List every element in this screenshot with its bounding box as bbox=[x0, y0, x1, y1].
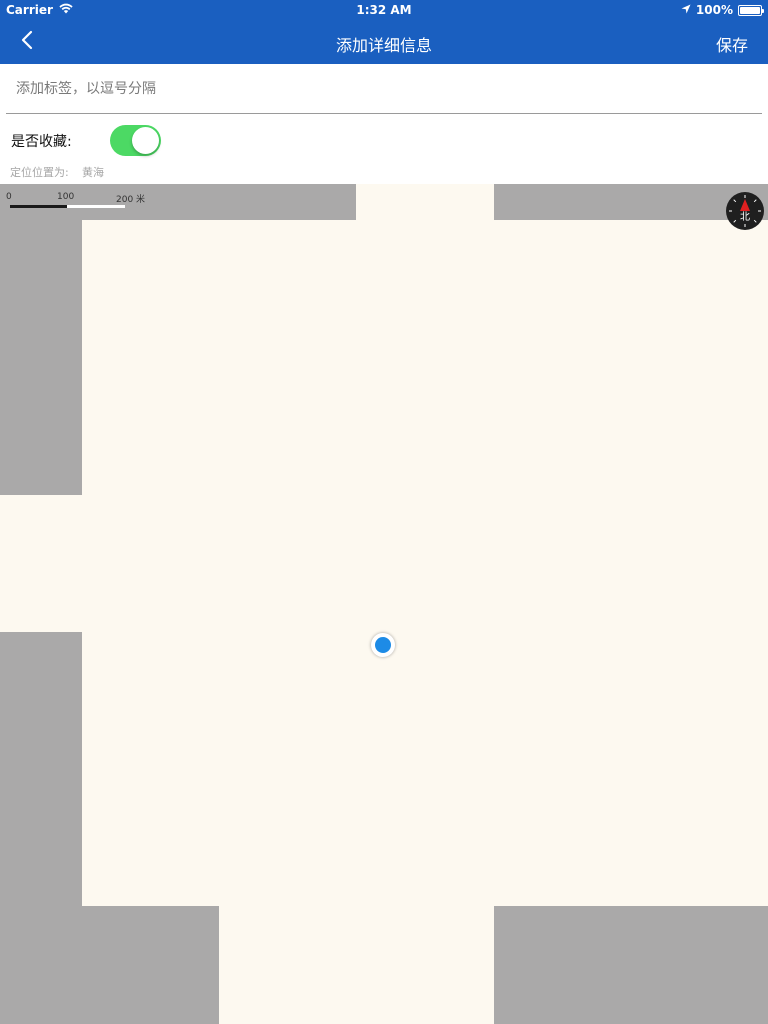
map-view[interactable]: 0 100 200 米 北 bbox=[0, 184, 768, 1024]
favorite-row: 是否收藏: bbox=[0, 115, 768, 160]
map-building-block bbox=[0, 632, 82, 1024]
location-prefix: 定位位置为: bbox=[10, 166, 69, 179]
battery-icon bbox=[738, 4, 764, 16]
scale-segment-light bbox=[67, 205, 125, 208]
tag-input[interactable] bbox=[6, 64, 762, 114]
toggle-knob bbox=[132, 127, 159, 154]
map-building-block bbox=[0, 220, 82, 495]
scale-label-1: 100 bbox=[57, 192, 75, 202]
status-bar-right: 100% bbox=[681, 3, 764, 17]
map-building-block bbox=[82, 906, 219, 1024]
location-row: 定位位置为: 黄海 bbox=[0, 160, 768, 184]
compass-north-label: 北 bbox=[740, 211, 750, 223]
map-building-block bbox=[0, 184, 356, 220]
page-title: 添加详细信息 bbox=[335, 36, 432, 55]
map-building-block bbox=[494, 906, 768, 1024]
save-button[interactable]: 保存 bbox=[716, 32, 748, 56]
location-arrow-icon bbox=[681, 3, 691, 17]
location-value: 黄海 bbox=[82, 166, 104, 179]
favorite-toggle[interactable] bbox=[110, 125, 161, 156]
status-bar: Carrier 1:32 AM 100% bbox=[0, 0, 768, 20]
tag-input-row bbox=[0, 64, 768, 115]
scale-label-0: 0 bbox=[6, 192, 12, 202]
nav-bar: 添加详细信息 保存 bbox=[0, 20, 768, 64]
scale-label-2: 200 米 bbox=[116, 195, 146, 205]
battery-percent: 100% bbox=[695, 3, 733, 17]
status-time: 1:32 AM bbox=[356, 3, 412, 17]
location-dot-core bbox=[375, 637, 391, 653]
location-dot-icon bbox=[371, 633, 395, 657]
compass-icon[interactable]: 北 bbox=[726, 192, 764, 230]
scale-segment-dark bbox=[10, 205, 67, 208]
favorite-label: 是否收藏: bbox=[11, 134, 72, 150]
